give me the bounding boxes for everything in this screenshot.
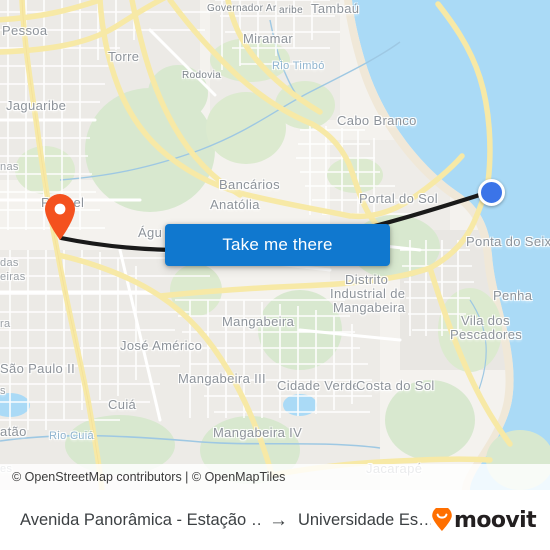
route-origin-label: Avenida Panorâmica - Estação … <box>20 510 261 529</box>
origin-pin-marker[interactable] <box>43 193 77 241</box>
moovit-pin-smiley-icon <box>432 508 452 531</box>
map-attribution-bar: © OpenStreetMap contributors | © OpenMap… <box>0 464 550 490</box>
map-canvas[interactable]: Pessoa Torre Jaguaribe Miramar Tambaú Cabo Br… <box>0 0 550 490</box>
moovit-logo[interactable]: moovit <box>431 507 537 533</box>
destination-dot-marker[interactable] <box>478 179 505 206</box>
route-destination-label: Universidade Es… <box>297 510 432 529</box>
take-me-there-button[interactable]: Take me there <box>165 224 390 266</box>
arrow-right-icon: → <box>268 509 288 531</box>
moovit-wordmark: moovit <box>454 507 537 533</box>
moovit-route-preview: Pessoa Torre Jaguaribe Miramar Tambaú Cabo Br… <box>0 0 550 550</box>
route-footer: Avenida Panorâmica - Estação … → Univers… <box>0 490 550 550</box>
attribution-text[interactable]: © OpenStreetMap contributors | © OpenMap… <box>12 470 285 484</box>
